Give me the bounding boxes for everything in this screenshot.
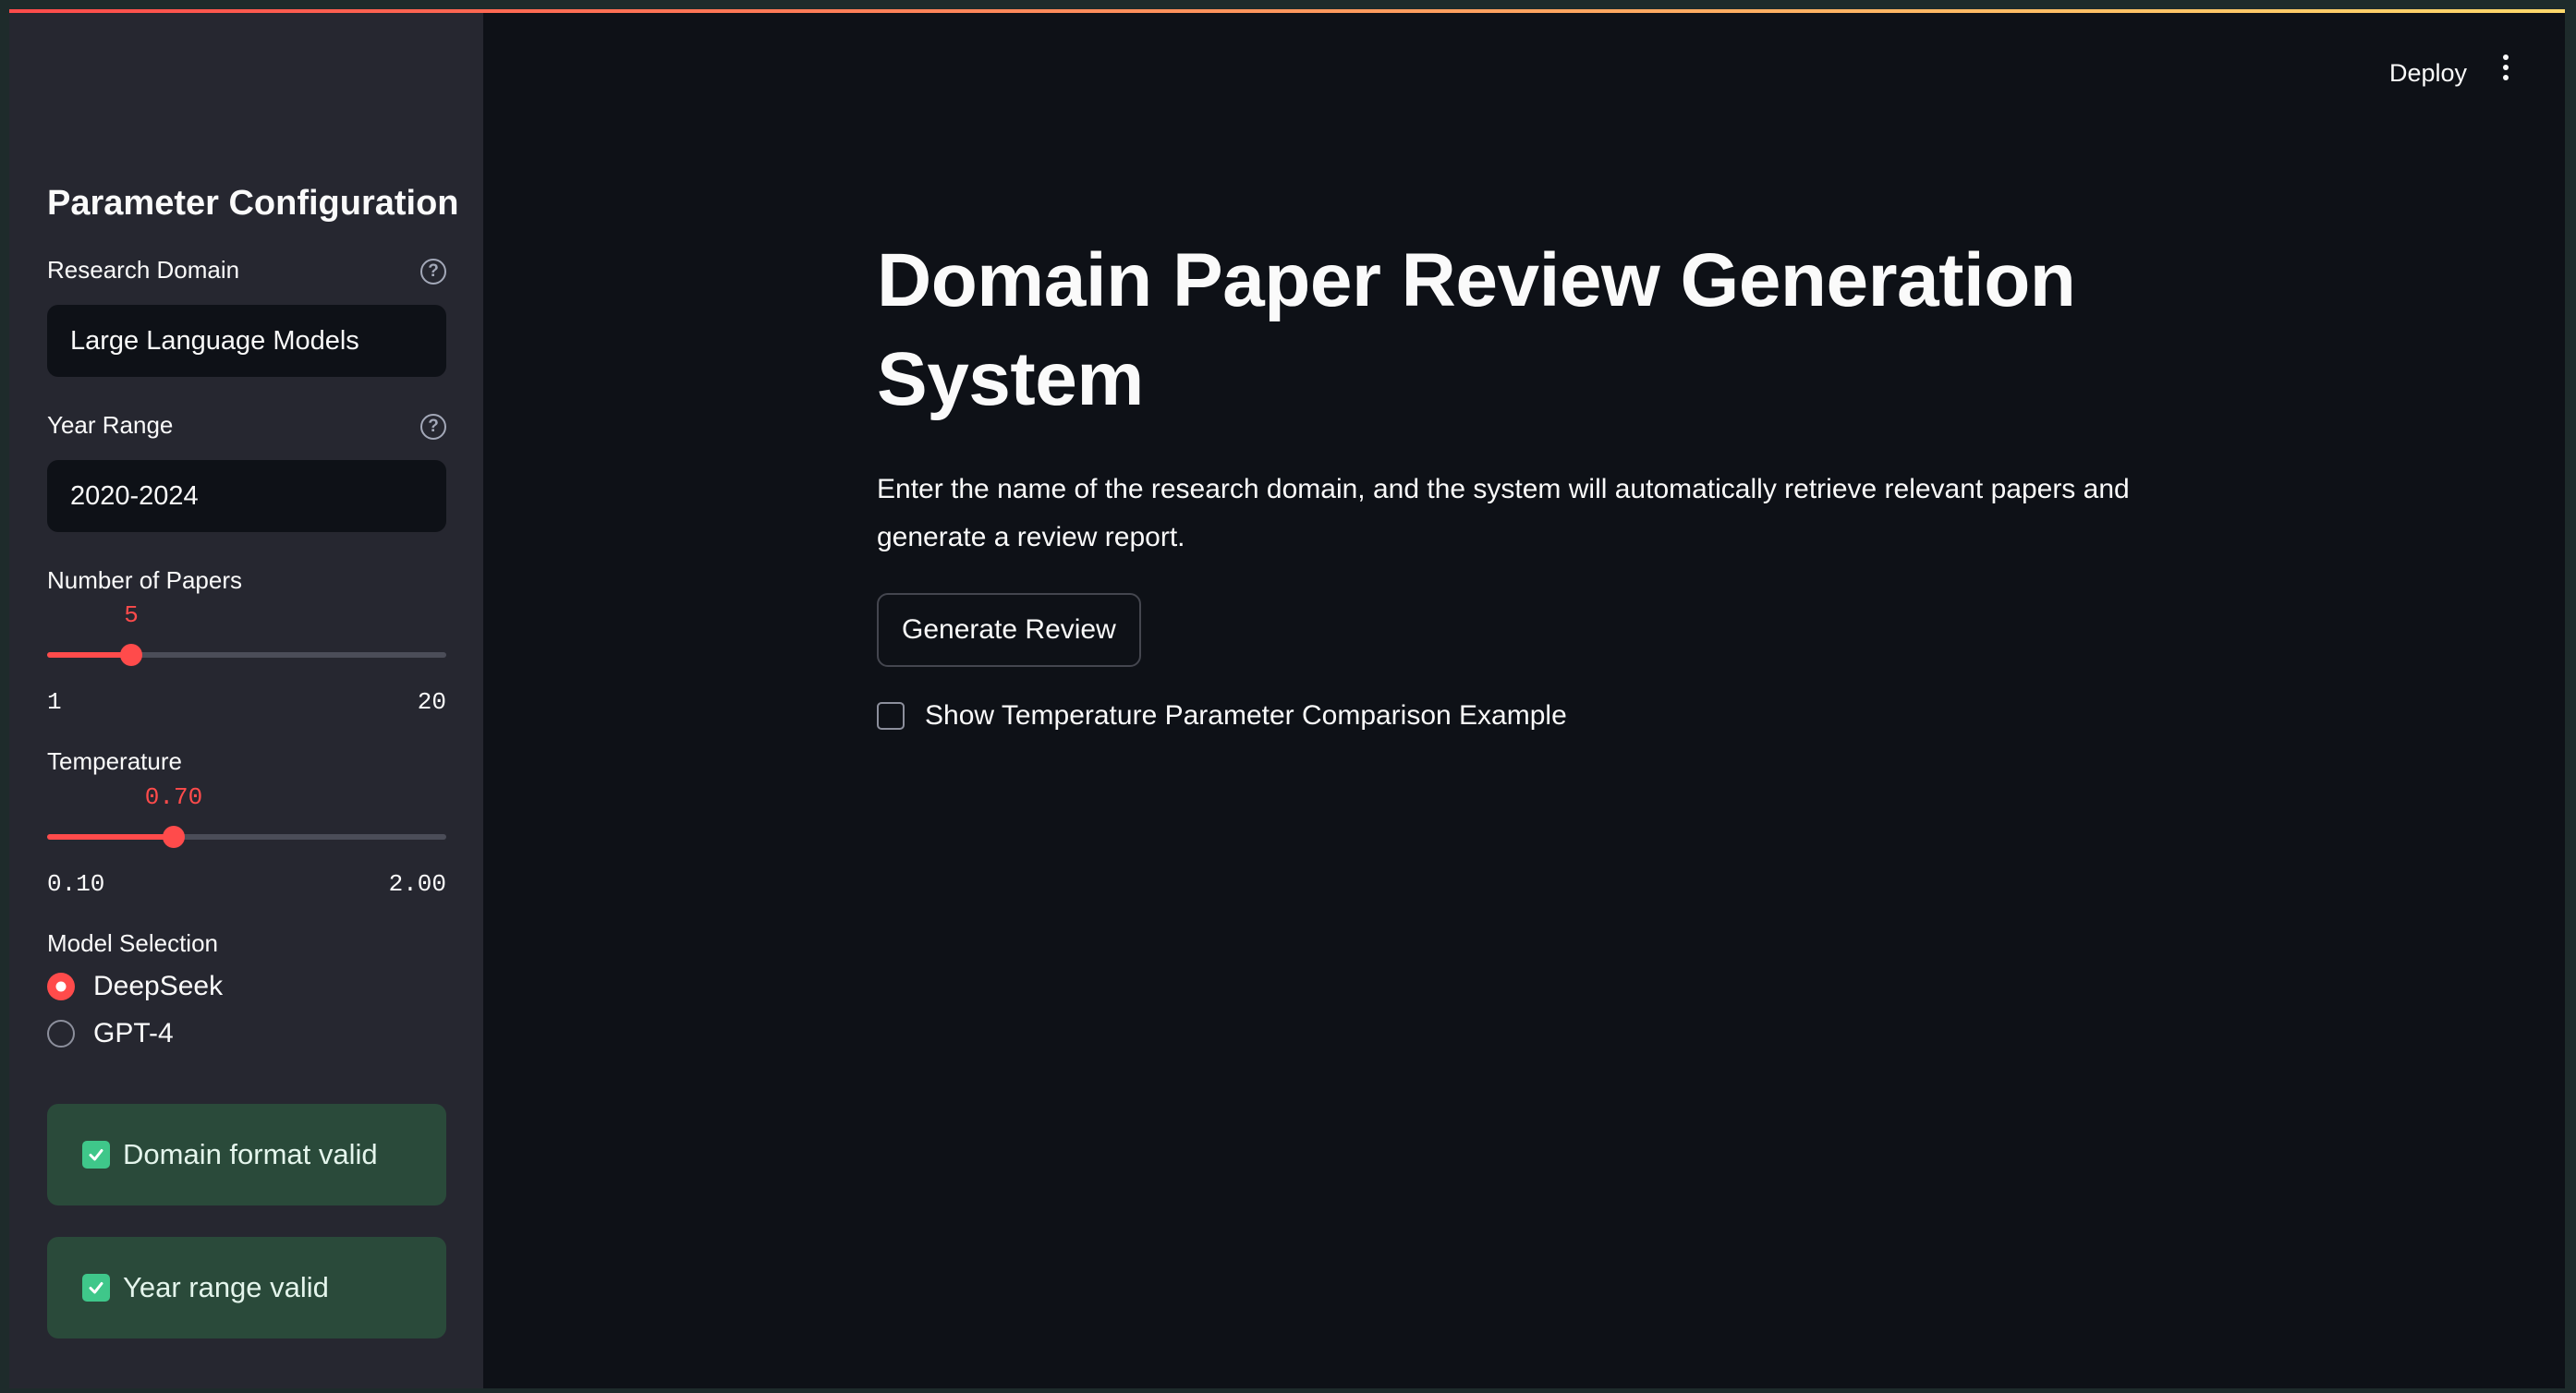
main-area: Deploy Domain Paper Review Generation Sy… [483,9,2565,1388]
model-option-label: GPT-4 [93,1018,174,1048]
temperature-comparison-label: Show Temperature Parameter Comparison Ex… [925,700,1567,731]
year-range-help-icon[interactable]: ? [420,414,446,440]
domain-valid-alert: Domain format valid [47,1104,446,1205]
check-icon [82,1274,110,1302]
page-description: Enter the name of the research domain, a… [877,474,2130,552]
temperature-slider[interactable] [47,826,446,848]
app-window: Parameter Configuration Research Domain … [9,9,2565,1388]
more-options-icon[interactable] [2499,52,2512,85]
num-papers-label: Number of Papers [47,566,242,594]
research-domain-help-icon[interactable]: ? [420,259,446,285]
generate-review-button[interactable]: Generate Review [877,593,1141,667]
model-option-gpt4[interactable]: GPT-4 [47,1015,174,1052]
research-domain-input[interactable] [47,305,446,377]
checkbox-icon[interactable] [877,702,905,730]
domain-valid-text: Domain format valid [123,1138,378,1170]
num-papers-slider-fill [47,652,131,658]
sidebar-title: Parameter Configuration [47,184,459,223]
temperature-slider-thumb[interactable] [163,826,185,848]
page-title: Domain Paper Review Generation System [877,238,2076,421]
temperature-slider-fill [47,834,174,840]
research-domain-label: Research Domain [47,256,240,284]
main-content: Domain Paper Review Generation System En… [877,231,2170,732]
num-papers-slider[interactable] [47,644,446,666]
year-valid-text: Year range valid [123,1271,329,1303]
radio-unselected-icon[interactable] [47,1020,75,1048]
year-range-label: Year Range [47,411,174,439]
model-option-deepseek[interactable]: DeepSeek [47,968,223,1005]
year-valid-alert: Year range valid [47,1237,446,1338]
temperature-label: Temperature [47,747,182,775]
model-option-label: DeepSeek [93,971,224,1001]
radio-selected-icon[interactable] [47,973,75,1000]
sidebar: Parameter Configuration Research Domain … [9,9,483,1388]
year-range-input[interactable] [47,460,446,532]
temperature-min-label: 0.10 [47,870,105,898]
check-icon [82,1141,110,1169]
num-papers-min-label: 1 [47,688,62,716]
num-papers-value: 5 [124,601,139,629]
top-decoration-bar [9,9,2565,13]
num-papers-slider-thumb[interactable] [120,644,142,666]
temperature-value: 0.70 [144,783,203,811]
deploy-button[interactable]: Deploy [2389,59,2467,88]
model-selection-label: Model Selection [47,929,218,957]
temperature-comparison-toggle[interactable]: Show Temperature Parameter Comparison Ex… [877,700,2170,732]
temperature-max-label: 2.00 [388,870,446,898]
num-papers-max-label: 20 [417,688,446,716]
